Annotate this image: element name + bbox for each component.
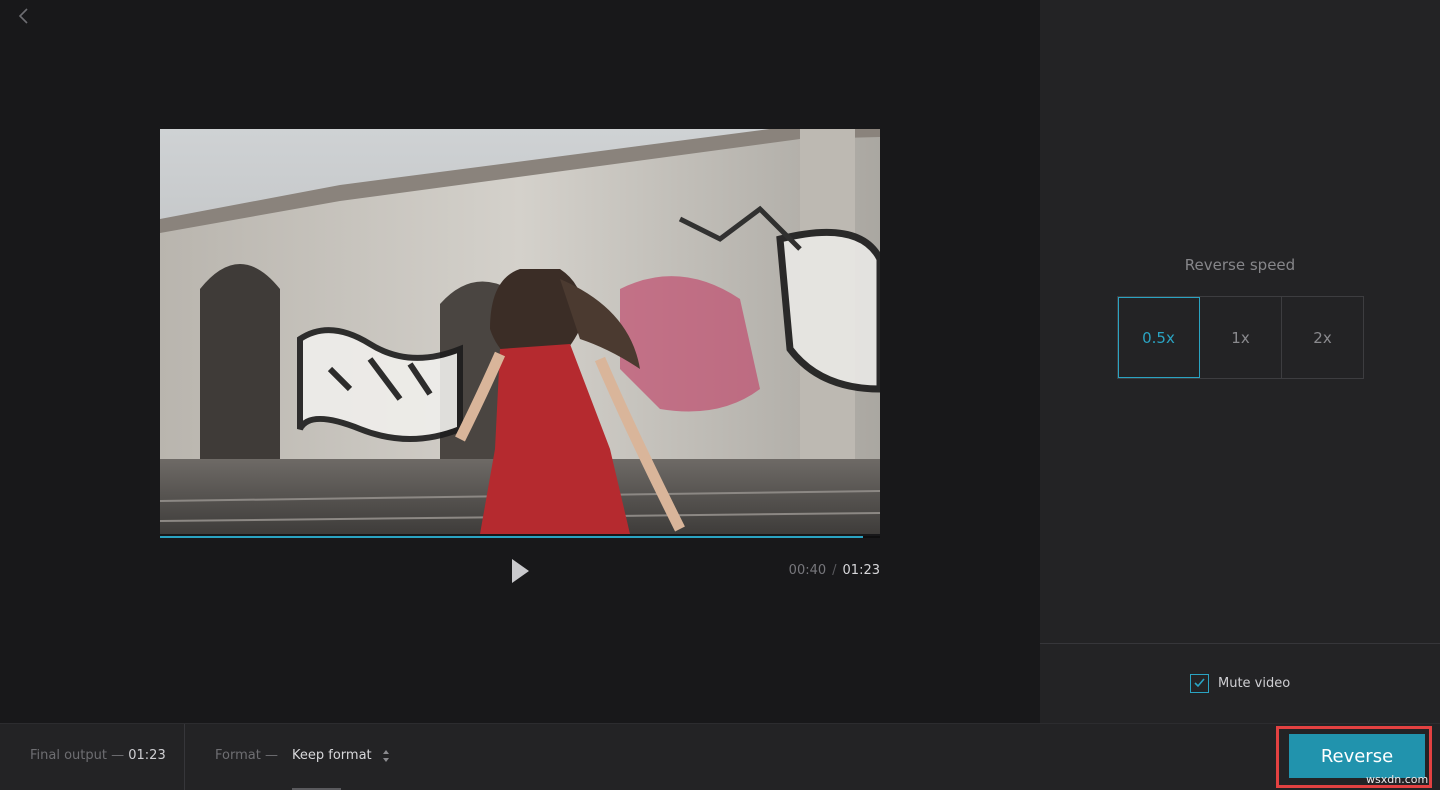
speed-option-0-5x[interactable]: 0.5x <box>1118 297 1200 378</box>
divider <box>184 724 185 790</box>
speed-selector: 0.5x 1x 2x <box>1117 296 1364 379</box>
time-readout: 00:40 / 01:23 <box>789 563 880 578</box>
back-icon[interactable] <box>14 6 34 26</box>
video-preview[interactable] <box>160 129 880 534</box>
format-label: Format — <box>215 748 278 763</box>
reverse-button[interactable]: Reverse <box>1289 734 1425 778</box>
play-icon[interactable] <box>510 558 530 584</box>
final-output: Final output — 01:23 <box>30 748 166 763</box>
final-output-label: Final output — <box>30 748 125 763</box>
final-output-value: 01:23 <box>128 748 166 763</box>
total-time: 01:23 <box>842 563 880 578</box>
time-separator: / <box>832 563 837 578</box>
reverse-speed-label: Reverse speed <box>1184 256 1296 274</box>
speed-option-2x[interactable]: 2x <box>1282 297 1363 378</box>
mute-checkbox[interactable] <box>1190 674 1209 693</box>
mute-video-toggle[interactable]: Mute video <box>1190 674 1290 693</box>
current-time: 00:40 <box>788 563 827 578</box>
progress-fill <box>160 536 863 538</box>
bottom-bar: Final output — 01:23 Format — Keep forma… <box>0 723 1440 790</box>
check-icon <box>1193 674 1206 693</box>
speed-option-1x[interactable]: 1x <box>1200 297 1282 378</box>
watermark: wsxdn.com <box>1366 773 1429 786</box>
mute-video-label: Mute video <box>1218 676 1291 691</box>
format-value: Keep format <box>292 748 372 763</box>
progress-bar[interactable] <box>160 536 880 538</box>
divider <box>1040 643 1440 644</box>
editor-main-area: 00:40 / 01:23 <box>0 0 1040 723</box>
settings-panel: Reverse speed 0.5x 1x 2x Mute video <box>1040 0 1440 723</box>
format-select[interactable]: Keep format <box>292 748 390 763</box>
up-down-arrows-icon <box>382 749 390 763</box>
